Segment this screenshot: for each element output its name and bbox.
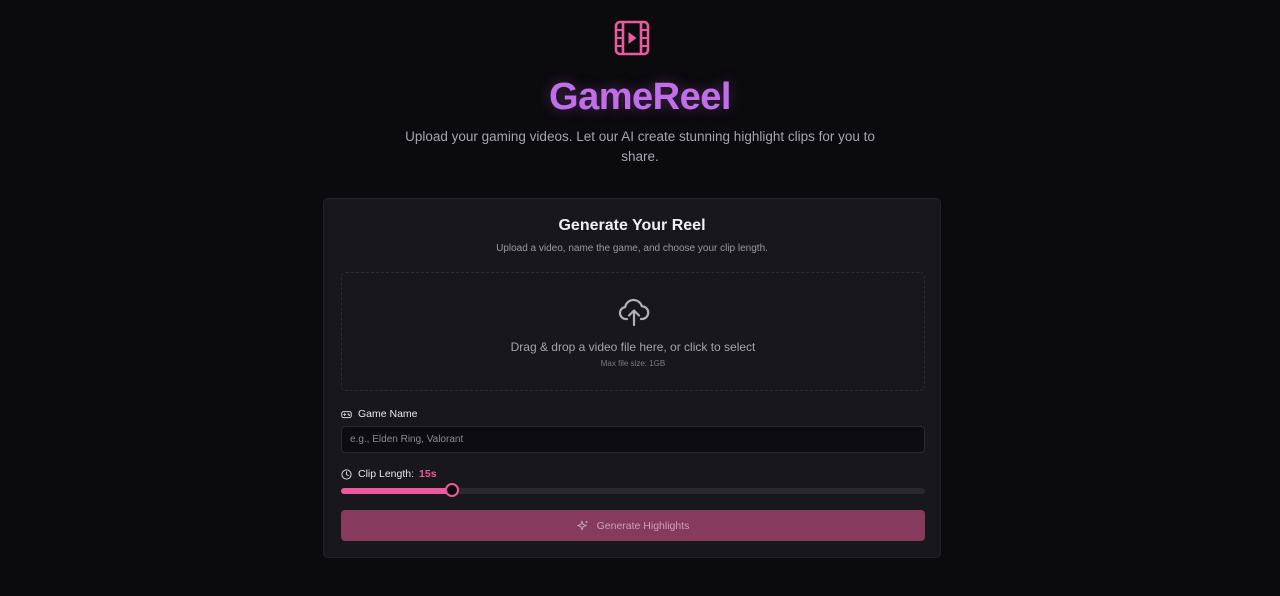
generate-card: Generate Your Reel Upload a video, name … (323, 198, 941, 558)
game-name-label-text: Game Name (358, 408, 418, 420)
sparkles-icon (576, 520, 588, 530)
tagline: Upload your gaming videos. Let our AI cr… (405, 129, 875, 164)
slider-thumb[interactable] (444, 483, 459, 497)
game-name-label: Game Name (341, 408, 418, 420)
card-subtitle: Upload a video, name the game, and choos… (496, 243, 768, 254)
app-title: GameReel (549, 76, 731, 118)
clip-length-label: Clip Length: 15s (341, 468, 437, 480)
clip-length-value: 15s (419, 468, 437, 480)
dropzone-text: Drag & drop a video file here, or click … (510, 340, 756, 354)
dropzone-hint: Max file size: 1GB (600, 359, 666, 368)
film-play-icon (614, 20, 650, 56)
cloud-upload-icon (618, 298, 650, 327)
generate-highlights-button[interactable]: Generate Highlights (341, 510, 925, 541)
gamepad-icon (341, 410, 352, 418)
clip-length-label-text: Clip Length: (358, 468, 415, 480)
clip-length-slider[interactable] (341, 483, 925, 497)
slider-fill (341, 488, 452, 494)
generate-button-label: Generate Highlights (596, 519, 690, 532)
page: GameReel Upload your gaming videos. Let … (0, 0, 1280, 596)
clock-icon (341, 468, 352, 480)
game-name-input[interactable] (341, 426, 925, 453)
video-dropzone[interactable]: Drag & drop a video file here, or click … (341, 272, 925, 391)
card-title: Generate Your Reel (558, 217, 706, 234)
